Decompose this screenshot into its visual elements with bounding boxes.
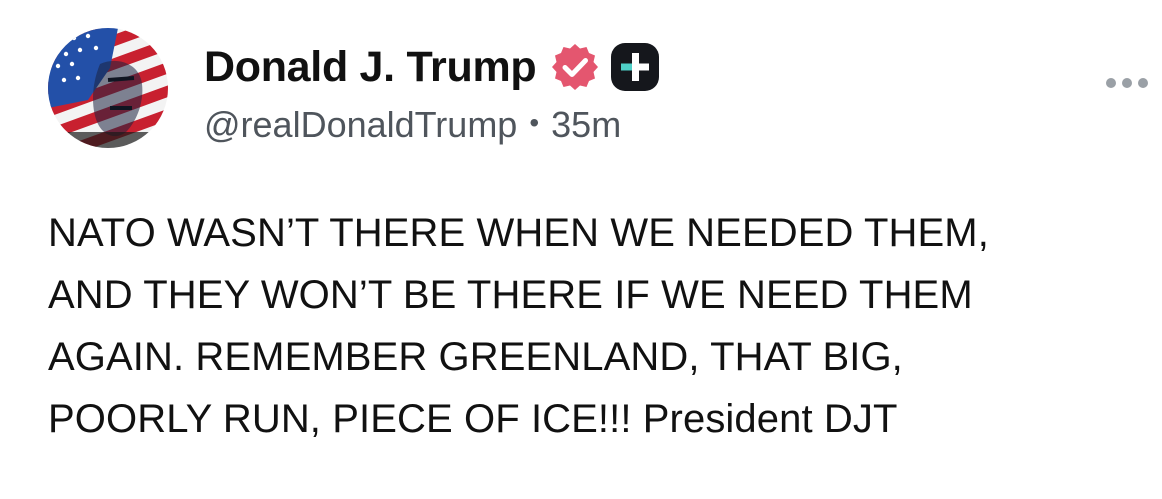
more-options-icon[interactable] xyxy=(1106,78,1148,88)
author-display-name[interactable]: Donald J. Trump xyxy=(204,43,537,92)
more-dot xyxy=(1122,78,1132,88)
flag-portrait-avatar xyxy=(48,28,168,148)
post-content-line: POORLY RUN, PIECE OF ICE!!! President DJ… xyxy=(48,397,898,441)
author-handle[interactable]: @realDonaldTrump xyxy=(204,104,517,146)
name-row: Donald J. Trump xyxy=(204,36,660,98)
post-content-line: AND THEY WON’T BE THERE IF WE NEED THEM xyxy=(48,273,973,317)
post-card: Donald J. Trump @realDonaldTrump • 35m N… xyxy=(0,0,1162,499)
verified-badge-icon xyxy=(552,44,599,90)
more-dot xyxy=(1138,78,1148,88)
post-content: NATO WASN’T THERE WHEN WE NEEDED THEM, A… xyxy=(48,202,1128,450)
post-content-line: AGAIN. REMEMBER GREENLAND, THAT BIG, xyxy=(48,335,903,379)
more-dot xyxy=(1106,78,1116,88)
avatar[interactable] xyxy=(48,28,168,148)
post-timestamp[interactable]: 35m xyxy=(551,104,621,146)
meta-row: @realDonaldTrump • 35m xyxy=(204,104,660,146)
meta-separator: • xyxy=(529,107,540,138)
post-header: Donald J. Trump @realDonaldTrump • 35m xyxy=(204,36,660,146)
plus-badge-icon xyxy=(611,43,660,91)
post-content-line: NATO WASN’T THERE WHEN WE NEEDED THEM, xyxy=(48,211,989,255)
